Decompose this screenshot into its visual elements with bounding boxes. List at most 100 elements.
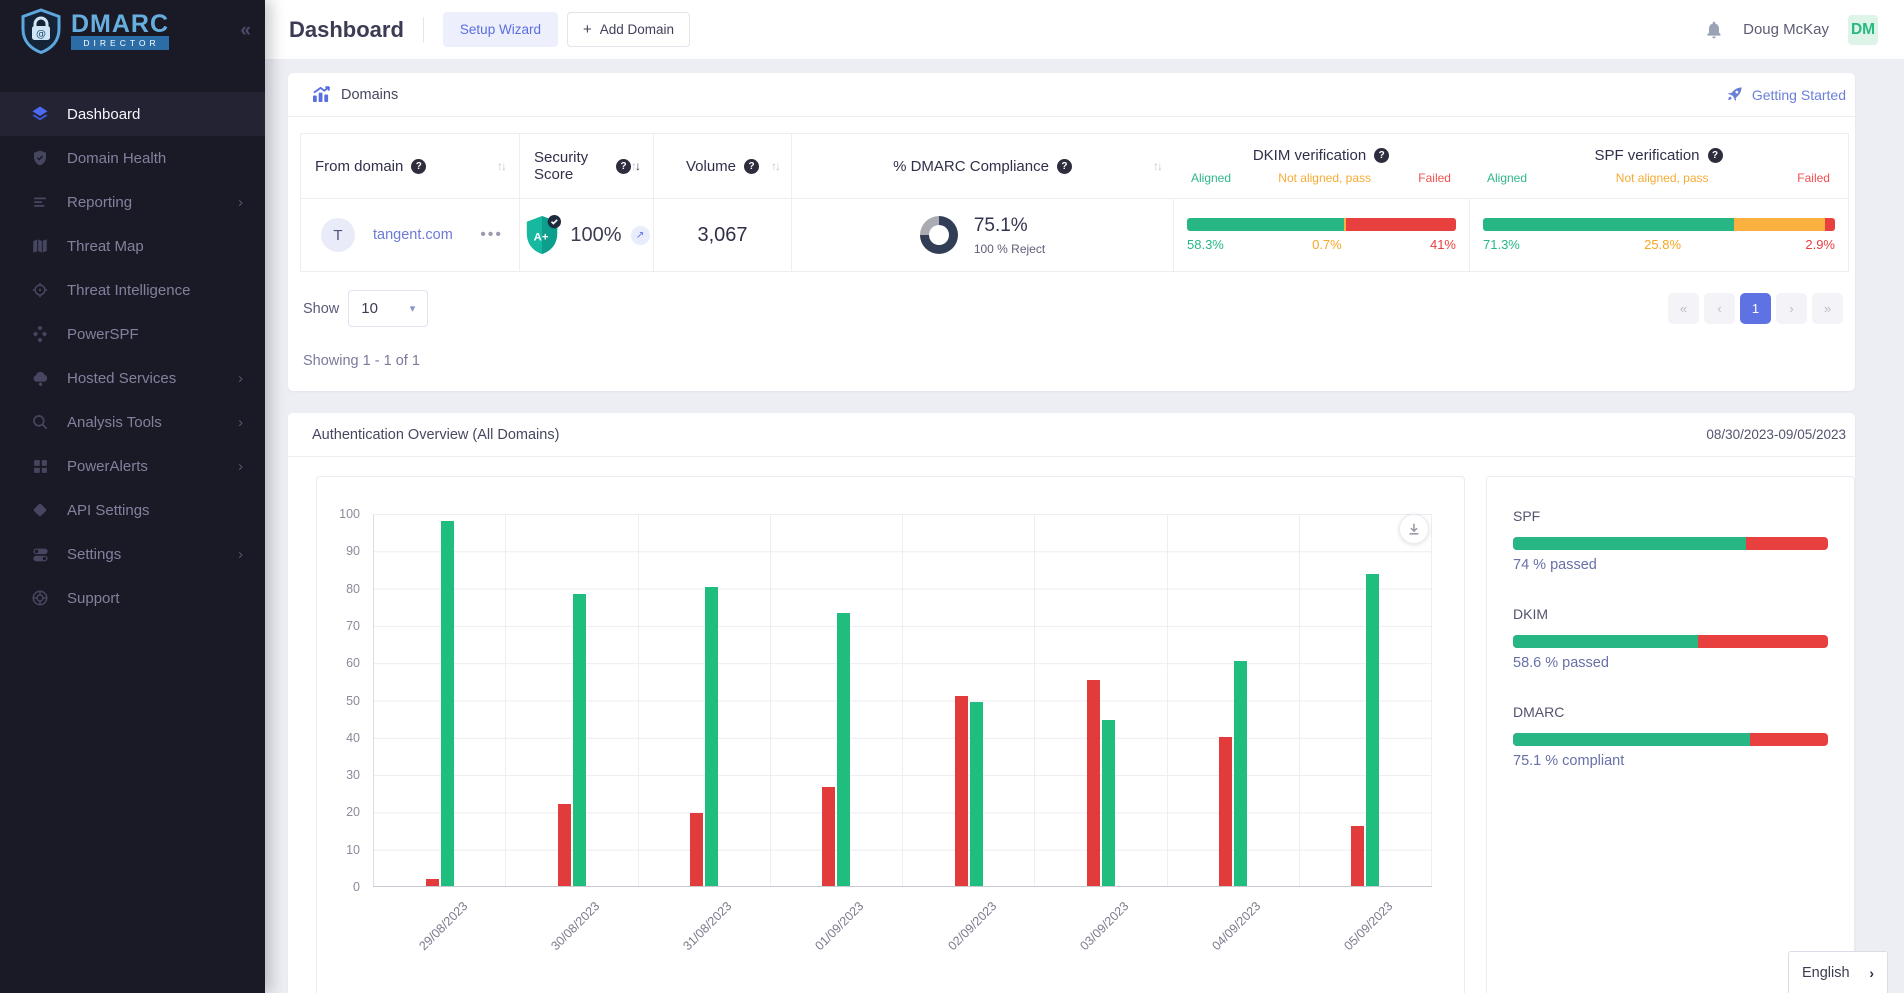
stat-text: 58.6 % passed — [1513, 655, 1828, 671]
sidebar-collapse-icon[interactable]: « — [240, 20, 249, 42]
x-axis-label: 05/09/2023 — [1342, 899, 1396, 953]
external-link-icon[interactable]: ↗ — [631, 226, 650, 245]
sidebar-item-dashboard[interactable]: Dashboard — [0, 92, 265, 136]
chevron-right-icon: › — [238, 458, 243, 475]
chevron-right-icon: › — [238, 414, 243, 431]
lifebuoy-icon — [30, 588, 50, 608]
chevron-right-icon: › — [1869, 965, 1874, 981]
sidebar-item-analysis-tools[interactable]: Analysis Tools› — [0, 400, 265, 444]
col-header-security-score[interactable]: Security Score ? ↑↓ — [519, 134, 653, 198]
app-logo: @ DMARC DIRECTOR « — [0, 0, 265, 62]
y-axis-tick-label: 100 — [339, 507, 360, 521]
svg-text:@: @ — [36, 29, 46, 40]
plus-icon: + — [583, 25, 592, 35]
dmarc-policy: 100 % Reject — [974, 242, 1045, 256]
title-divider — [423, 17, 424, 43]
chart-column — [903, 514, 1035, 886]
security-grade-shield-icon: A+ — [523, 214, 561, 256]
col-header-spf: SPF verification ? Aligned Not aligned, … — [1469, 134, 1848, 198]
sort-icon[interactable]: ↑↓ — [497, 159, 505, 173]
help-icon[interactable]: ? — [1708, 148, 1723, 163]
pagination: « ‹ 1 › » — [1668, 293, 1843, 324]
sidebar-item-threat-intelligence[interactable]: Threat Intelligence — [0, 268, 265, 312]
help-icon[interactable]: ? — [411, 159, 426, 174]
sidebar-item-domain-health[interactable]: Domain Health — [0, 136, 265, 180]
help-icon[interactable]: ? — [1057, 159, 1072, 174]
table-row-spf-cell: 71.3% 25.8% 2.9% — [1469, 198, 1848, 271]
add-domain-button[interactable]: + Add Domain — [567, 12, 690, 47]
help-icon[interactable]: ? — [744, 159, 759, 174]
sidebar-item-reporting[interactable]: Reporting› — [0, 180, 265, 224]
user-avatar[interactable]: DM — [1848, 15, 1878, 45]
y-axis-tick-label: 50 — [346, 694, 360, 708]
brand-title: DMARC — [71, 13, 169, 36]
sort-icon-active[interactable]: ↑↓ — [631, 159, 639, 173]
stat-text: 74 % passed — [1513, 557, 1828, 573]
getting-started-link[interactable]: Getting Started — [1725, 85, 1846, 104]
user-name[interactable]: Doug McKay — [1743, 21, 1829, 38]
sidebar-item-threat-map[interactable]: Threat Map — [0, 224, 265, 268]
help-icon[interactable]: ? — [1374, 148, 1389, 163]
chart-download-button[interactable] — [1399, 514, 1429, 544]
table-summary: Showing 1 - 1 of 1 — [300, 353, 1849, 369]
pagination-next-button[interactable]: › — [1776, 293, 1807, 324]
domains-panel-title: Domains — [341, 87, 398, 103]
pagination-page-1[interactable]: 1 — [1740, 293, 1771, 324]
col-header-dmarc-compliance[interactable]: % DMARC Compliance ? ↑↓ — [791, 134, 1173, 198]
sidebar-item-api-settings[interactable]: API Settings — [0, 488, 265, 532]
dmarc-donut-chart — [920, 216, 958, 254]
notification-bell-icon[interactable] — [1704, 19, 1724, 41]
spf-failed-value: 2.9% — [1805, 237, 1835, 252]
bar-chart-plot: 100908070605040302010029/08/202330/08/20… — [373, 514, 1432, 887]
spf-notaligned-value: 25.8% — [1520, 237, 1805, 252]
y-axis-tick-label: 10 — [346, 843, 360, 857]
chart-bar-passed — [1366, 574, 1379, 886]
page-size-select[interactable]: 10 ▾ — [348, 290, 428, 327]
help-icon[interactable]: ? — [616, 159, 631, 174]
aligned-segment — [1187, 218, 1344, 231]
sidebar-item-support[interactable]: Support — [0, 576, 265, 620]
y-axis-tick-label: 90 — [346, 544, 360, 558]
chart-bar-passed — [705, 587, 718, 886]
table-row-dkim-cell: 58.3% 0.7% 41% — [1173, 198, 1469, 271]
setup-wizard-button[interactable]: Setup Wizard — [443, 12, 558, 47]
pagination-prev-button[interactable]: ‹ — [1704, 293, 1735, 324]
chart-bar-failed — [1087, 680, 1100, 886]
sidebar-item-hosted-services[interactable]: Hosted Services› — [0, 356, 265, 400]
row-menu-icon[interactable]: ••• — [480, 226, 503, 244]
stat-text: 75.1 % compliant — [1513, 753, 1828, 769]
y-axis-tick-label: 80 — [346, 582, 360, 596]
sort-icon[interactable]: ↑↓ — [1153, 159, 1161, 173]
table-row-dmarc-cell: 75.1% 100 % Reject — [791, 198, 1173, 271]
auth-stat-dmarc: DMARC75.1 % compliant — [1513, 704, 1828, 769]
diamond-icon — [30, 500, 50, 520]
auth-overview-title: Authentication Overview (All Domains) — [312, 427, 559, 443]
language-selector[interactable]: English › — [1788, 951, 1888, 993]
x-axis-label: 04/09/2023 — [1209, 899, 1263, 953]
auth-stats-card: SPF 74 % passed DKIM 58.6 % passed DMARC75.1… — [1486, 476, 1855, 993]
x-axis-label: 01/09/2023 — [813, 899, 867, 953]
sort-icon[interactable]: ↑↓ — [771, 159, 779, 173]
sidebar-item-powerspf[interactable]: PowerSPF — [0, 312, 265, 356]
stat-label: DKIM — [1513, 606, 1828, 622]
col-header-from-domain[interactable]: From domain ? ↑↓ — [301, 134, 519, 198]
chevron-right-icon: › — [238, 546, 243, 563]
chart-bar-passed — [1234, 661, 1247, 886]
map-icon — [30, 236, 50, 256]
spf-verification-bar — [1483, 218, 1835, 231]
sidebar-item-poweralerts[interactable]: PowerAlerts› — [0, 444, 265, 488]
toggles-icon — [30, 544, 50, 564]
domains-chart-icon — [312, 86, 331, 103]
chart-bar-failed — [1351, 826, 1364, 886]
failed-segment — [1825, 218, 1835, 231]
x-axis-label: 31/08/2023 — [680, 899, 734, 953]
chart-column — [1035, 514, 1167, 886]
dkim-notaligned-value: 0.7% — [1224, 237, 1430, 252]
col-header-volume[interactable]: Volume ? ↑↓ — [653, 134, 791, 198]
pagination-first-button[interactable]: « — [1668, 293, 1699, 324]
stat-label: SPF — [1513, 508, 1828, 524]
pagination-last-button[interactable]: » — [1812, 293, 1843, 324]
sidebar-item-settings[interactable]: Settings› — [0, 532, 265, 576]
domain-link[interactable]: tangent.com — [373, 227, 453, 243]
chart-bar-failed — [1219, 737, 1232, 886]
